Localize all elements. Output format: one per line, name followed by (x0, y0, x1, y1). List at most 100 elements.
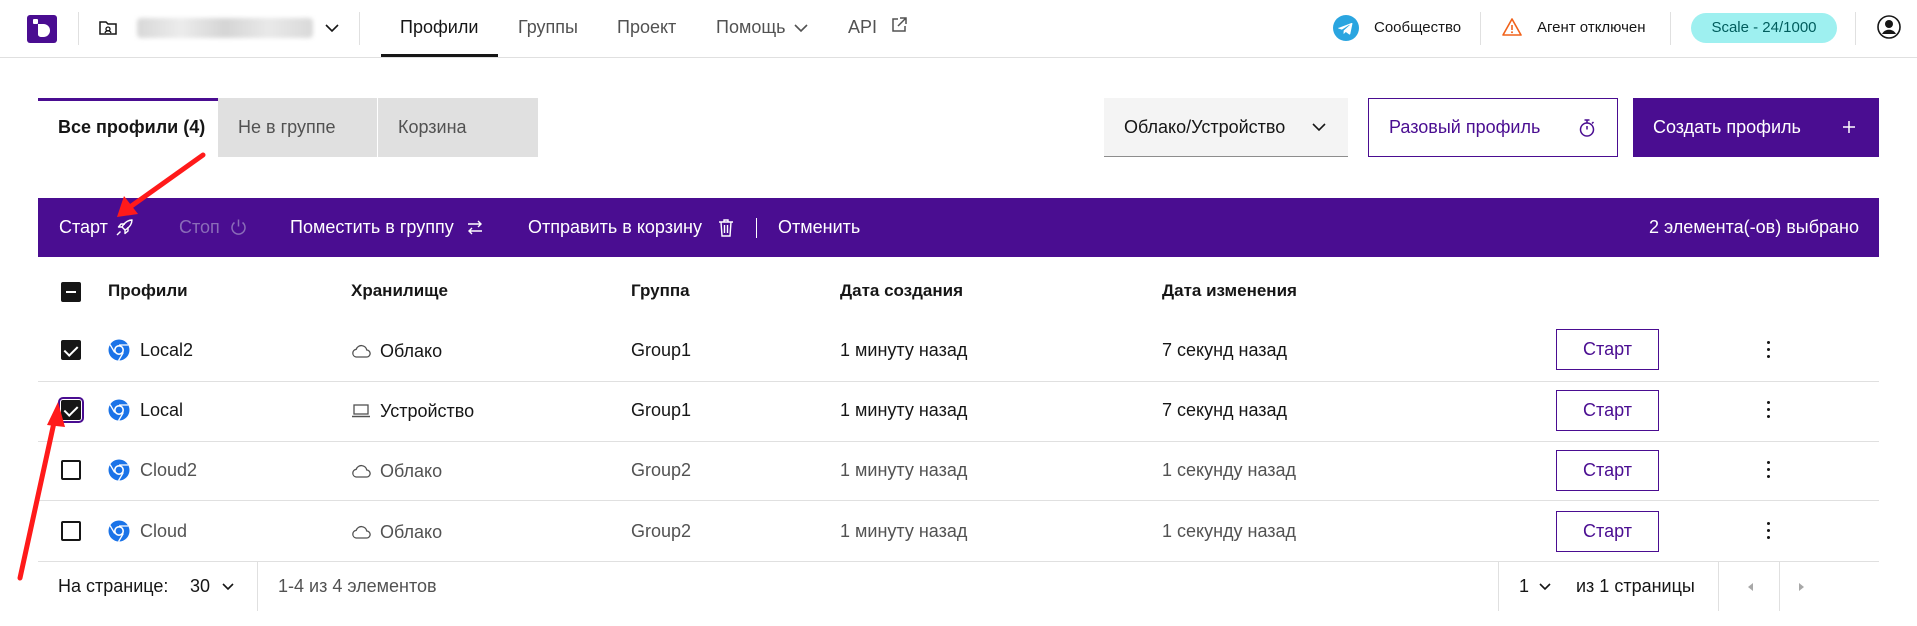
divider (78, 12, 79, 45)
row-checkbox[interactable] (61, 340, 81, 360)
divider (1480, 12, 1481, 45)
overflow-menu-icon[interactable] (1765, 339, 1773, 361)
external-link-icon[interactable] (890, 16, 908, 34)
overflow-menu-icon[interactable] (1765, 459, 1773, 481)
storage-value: Облако (380, 461, 443, 481)
top-bar: Профили Группы Проект Помощь API Сообщес… (0, 0, 1917, 58)
app-logo[interactable] (27, 15, 57, 43)
caret-right-icon (1796, 581, 1806, 593)
plus-icon (1841, 119, 1857, 135)
column-header-storage[interactable]: Хранилище (351, 278, 448, 304)
nav-groups[interactable]: Группы (518, 0, 578, 57)
nav-active-indicator (381, 54, 498, 57)
prev-page-button[interactable] (1738, 562, 1768, 611)
column-header-profiles[interactable]: Профили (108, 278, 188, 304)
per-page-select[interactable]: 30 (190, 562, 234, 611)
move-to-group-button[interactable]: Поместить в группу (290, 198, 482, 257)
laptop-icon (351, 402, 371, 420)
plan-badge[interactable]: Scale - 24/1000 (1691, 13, 1837, 43)
created-value: 1 минуту назад (840, 400, 968, 420)
nav-help[interactable]: Помощь (716, 0, 786, 57)
tab-trash[interactable]: Корзина (378, 98, 538, 157)
column-header-group[interactable]: Группа (631, 278, 690, 304)
row-start-button[interactable]: Старт (1556, 390, 1659, 431)
next-page-button[interactable] (1788, 562, 1818, 611)
nav-api[interactable]: API (848, 0, 877, 57)
per-page-label: На странице: (58, 576, 169, 596)
storage-value: Облако (380, 522, 443, 542)
divider (1670, 12, 1671, 45)
overflow-menu-icon[interactable] (1765, 399, 1773, 421)
row-checkbox[interactable] (61, 460, 81, 480)
send-to-trash-label: Отправить в корзину (528, 217, 702, 237)
one-time-profile-button[interactable]: Разовый профиль (1368, 98, 1618, 157)
storage-filter-dropdown[interactable]: Облако/Устройство (1104, 98, 1348, 157)
send-to-trash-button[interactable]: Отправить в корзину (528, 198, 733, 257)
divider (1718, 562, 1719, 611)
column-header-created[interactable]: Дата создания (840, 278, 963, 304)
batch-start-button[interactable]: Старт (59, 198, 133, 257)
nav-profiles[interactable]: Профили (400, 0, 478, 57)
storage-value: Устройство (380, 401, 475, 421)
row-start-button[interactable]: Старт (1556, 329, 1659, 370)
cancel-selection-button[interactable]: Отменить (778, 198, 860, 257)
divider (257, 562, 258, 611)
storage-value: Облако (380, 341, 443, 361)
created-value: 1 минуту назад (840, 460, 968, 480)
profile-name[interactable]: Local (140, 397, 183, 423)
row-checkbox[interactable] (58, 397, 84, 423)
chevron-down-icon (1310, 118, 1328, 136)
row-checkbox[interactable] (61, 521, 81, 541)
divider (38, 441, 1879, 442)
tab-all-profiles[interactable]: Все профили (4) (38, 98, 218, 157)
user-avatar-icon[interactable] (1877, 15, 1901, 39)
overflow-menu-icon[interactable] (1765, 520, 1773, 542)
column-header-modified[interactable]: Дата изменения (1162, 278, 1297, 304)
page-select[interactable]: 1 (1519, 562, 1551, 611)
cloud-icon (351, 462, 371, 480)
storage-filter-value: Облако/Устройство (1124, 117, 1286, 137)
row-start-button[interactable]: Старт (1556, 450, 1659, 491)
cloud-icon (351, 342, 371, 360)
row-start-button[interactable]: Старт (1556, 511, 1659, 552)
batch-stop-label: Стоп (179, 217, 220, 237)
profile-name[interactable]: Cloud (140, 518, 187, 544)
create-profile-button[interactable]: Создать профиль (1633, 98, 1879, 157)
profile-name[interactable]: Local2 (140, 337, 193, 363)
workspace-folder-icon[interactable] (98, 18, 118, 38)
divider (1498, 562, 1499, 611)
divider (1855, 12, 1856, 45)
group-value: Group2 (631, 460, 692, 480)
divider (38, 381, 1879, 382)
move-to-group-label: Поместить в группу (290, 217, 454, 237)
divider (1779, 562, 1780, 611)
swap-arrows-icon (466, 219, 484, 236)
tab-not-in-group[interactable]: Не в группе (218, 98, 377, 157)
chevron-down-icon[interactable] (791, 18, 811, 38)
created-value: 1 минуту назад (840, 521, 968, 541)
chrome-browser-icon (108, 339, 130, 361)
chrome-browser-icon (108, 459, 130, 481)
divider (38, 500, 1879, 501)
warning-icon (1502, 17, 1522, 37)
batch-stop-button[interactable]: Стоп (179, 198, 246, 257)
batch-action-bar: Старт Стоп Поместить в группу Отправить … (38, 198, 1879, 257)
rocket-icon (115, 218, 134, 237)
caret-left-icon (1746, 581, 1756, 593)
chevron-down-icon (1537, 578, 1553, 594)
nav-project[interactable]: Проект (617, 0, 676, 57)
page-value: 1 (1519, 576, 1530, 596)
items-range: 1-4 из 4 элементов (278, 576, 437, 596)
power-icon (229, 218, 248, 237)
selected-count: 2 элемента(-ов) выбрано (1648, 217, 1859, 237)
chevron-down-icon[interactable] (322, 18, 342, 38)
community-link[interactable]: Сообщество (1374, 0, 1461, 57)
per-page-value: 30 (190, 576, 211, 596)
modified-value: 1 секунду назад (1162, 460, 1297, 480)
select-all-checkbox[interactable] (61, 282, 81, 302)
cloud-icon (351, 523, 371, 541)
workspace-name-blurred[interactable] (137, 18, 313, 38)
profile-name[interactable]: Cloud2 (140, 457, 197, 483)
modified-value: 7 секунд назад (1162, 340, 1288, 360)
telegram-icon[interactable] (1333, 15, 1359, 41)
